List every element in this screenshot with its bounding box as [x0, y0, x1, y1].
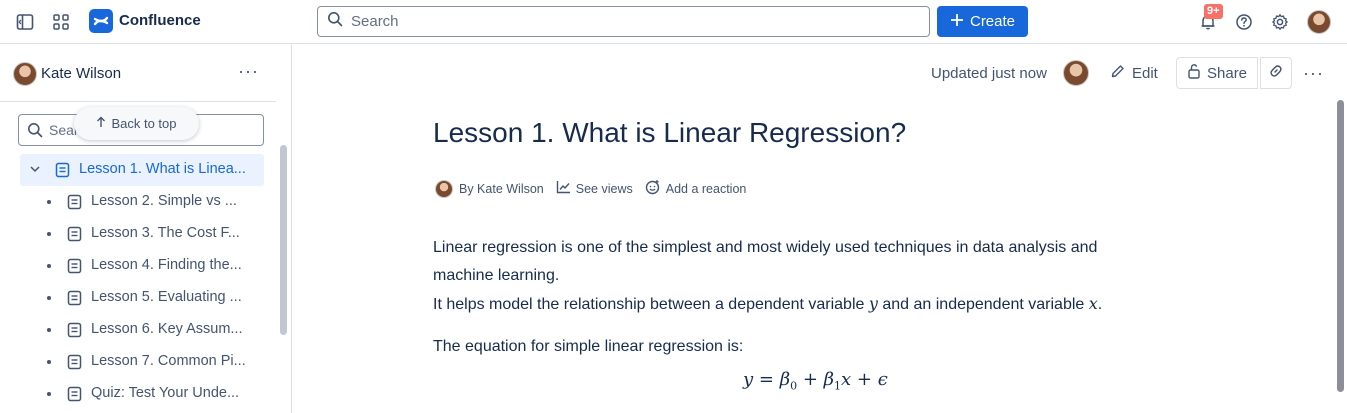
tree-item-lesson-3[interactable]: Lesson 3. The Cost F... [0, 218, 264, 250]
body-paragraph-2: It helps model the relationship between … [433, 290, 1102, 319]
global-search-input[interactable]: Search [317, 6, 930, 37]
equation-subscript: 1 [834, 379, 842, 393]
bullet-dot [47, 232, 51, 236]
tree-item-label: Lesson 3. The Cost F... [91, 225, 240, 241]
see-views-link[interactable]: See views [576, 182, 633, 196]
edit-button[interactable]: Edit [1110, 57, 1158, 89]
sidebar-user-name[interactable]: Kate Wilson [41, 65, 121, 82]
bullet-dot [47, 200, 51, 204]
edit-button-label: Edit [1132, 64, 1158, 82]
page-icon [67, 258, 82, 278]
equation-beta: β [779, 369, 791, 390]
equation-epsilon: ϵ [877, 369, 888, 390]
pencil-icon [1110, 63, 1126, 83]
tree-item-label: Lesson 6. Key Assum... [91, 321, 243, 337]
bullet-dot [47, 264, 51, 268]
analytics-chart-icon[interactable] [556, 180, 571, 197]
search-icon [327, 11, 343, 32]
tree-item-label: Lesson 1. What is Linea... [79, 161, 246, 177]
page-content-area: Updated just now Edit Share ··· Lesson 1… [293, 45, 1347, 413]
equation-plus: + [797, 369, 824, 390]
confluence-logo-icon[interactable] [89, 9, 113, 33]
sidebar-toggle-icon[interactable] [13, 10, 37, 34]
bullet-dot [47, 328, 51, 332]
tree-item-label: Lesson 2. Simple vs ... [91, 193, 237, 209]
page-title: Lesson 1. What is Linear Regression? [433, 117, 907, 148]
chevron-down-icon[interactable] [29, 163, 41, 179]
top-navigation-bar: Confluence Search Create 9+ [0, 0, 1347, 44]
copy-link-button[interactable] [1260, 57, 1292, 89]
paragraph-text: It helps model the relationship between … [433, 296, 869, 313]
product-name[interactable]: Confluence [119, 12, 201, 29]
back-to-top-label: Back to top [111, 116, 177, 131]
page-icon [67, 322, 82, 342]
tree-item-label: Lesson 7. Common Pi... [91, 353, 246, 369]
body-paragraph-1-line-1: Linear regression is one of the simplest… [433, 239, 1098, 256]
add-reaction-icon[interactable] [645, 179, 661, 198]
tree-item-lesson-5[interactable]: Lesson 5. Evaluating ... [0, 282, 264, 314]
space-sidebar: Kate Wilson ··· Sear Back to top Lesson … [0, 45, 292, 413]
equation-x: x [841, 369, 852, 390]
page-icon [55, 162, 70, 182]
page-byline: By Kate Wilson See views Add a reaction [435, 179, 746, 198]
updated-status: Updated just now [931, 65, 1047, 82]
math-variable-x: x [1088, 294, 1098, 313]
sidebar-scrollbar[interactable] [280, 145, 287, 335]
link-icon [1268, 63, 1284, 83]
create-button[interactable]: Create [937, 6, 1028, 37]
help-icon[interactable] [1232, 10, 1256, 34]
tree-item-label: Lesson 5. Evaluating ... [91, 289, 242, 305]
tree-item-lesson-7[interactable]: Lesson 7. Common Pi... [0, 346, 264, 378]
app-switcher-icon[interactable] [49, 10, 73, 34]
page-scrollbar[interactable] [1337, 100, 1344, 392]
byline-author[interactable]: By Kate Wilson [459, 182, 544, 196]
search-placeholder: Search [351, 13, 399, 30]
equation-beta: β [823, 369, 835, 390]
tree-item-lesson-1[interactable]: Lesson 1. What is Linea... [20, 154, 264, 186]
paragraph-text: and an independent variable [877, 296, 1089, 313]
profile-avatar[interactable] [1307, 10, 1331, 34]
tree-item-lesson-4[interactable]: Lesson 4. Finding the... [0, 250, 264, 282]
tree-item-lesson-2[interactable]: Lesson 2. Simple vs ... [0, 186, 264, 218]
more-actions-icon[interactable]: ··· [238, 61, 259, 82]
tree-item-label: Quiz: Test Your Unde... [91, 385, 240, 401]
back-to-top-button[interactable]: Back to top [74, 107, 199, 140]
contributor-avatar[interactable] [1063, 60, 1089, 86]
settings-gear-icon[interactable] [1268, 10, 1292, 34]
bullet-dot [47, 360, 51, 364]
add-reaction-link[interactable]: Add a reaction [666, 182, 747, 196]
tree-item-quiz[interactable]: Quiz: Test Your Unde... [0, 378, 264, 410]
bullet-dot [47, 392, 51, 396]
equation-equals: = [753, 369, 780, 390]
share-button[interactable]: Share [1176, 57, 1259, 89]
body-paragraph-1-line-2: machine learning. [433, 267, 560, 284]
page-more-actions-icon[interactable]: ··· [1303, 57, 1324, 89]
author-avatar[interactable] [435, 179, 453, 198]
sidebar-header: Kate Wilson ··· [0, 45, 276, 102]
plus-icon [950, 13, 964, 31]
bullet-dot [47, 296, 51, 300]
page-icon [67, 226, 82, 246]
arrow-up-icon [96, 116, 106, 131]
math-variable-y: y [868, 294, 878, 313]
search-icon [27, 122, 43, 143]
create-button-label: Create [969, 13, 1016, 30]
equation-plus: + [851, 369, 878, 390]
unlock-icon [1187, 63, 1201, 83]
page-icon [67, 194, 82, 214]
equation-lhs: y [743, 369, 754, 390]
tree-item-label: Lesson 4. Finding the... [91, 257, 242, 273]
sidebar-user-avatar[interactable] [13, 62, 37, 86]
paragraph-text: . [1097, 296, 1103, 313]
share-button-label: Share [1207, 64, 1248, 82]
body-paragraph-3: The equation for simple linear regressio… [433, 338, 744, 355]
page-icon [67, 386, 82, 406]
notification-count-badge: 9+ [1204, 4, 1223, 19]
page-icon [67, 354, 82, 374]
regression-equation: y = β0 + β1x + ϵ [743, 369, 888, 393]
tree-item-lesson-6[interactable]: Lesson 6. Key Assum... [0, 314, 264, 346]
page-icon [67, 290, 82, 310]
